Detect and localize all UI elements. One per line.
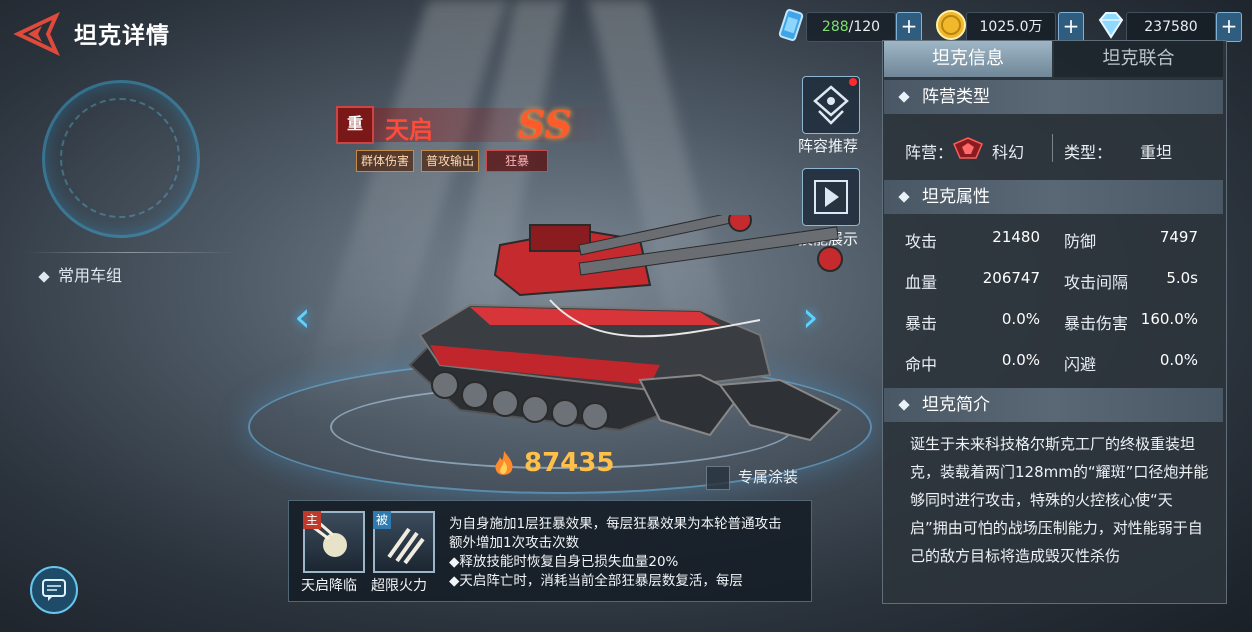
divider xyxy=(24,252,234,253)
back-icon[interactable] xyxy=(12,12,60,56)
passive-tag: 被 xyxy=(373,511,391,529)
skill-description: 为自身施加1层狂暴效果，每层狂暴效果为本轮普通攻击额外增加1次攻击次数 ◆释放技… xyxy=(449,516,782,589)
tab-tank-union[interactable]: 坦克联合 xyxy=(1054,41,1223,77)
energy-max: /120 xyxy=(848,19,881,35)
skill-panel: 主 被 天启降临 超限火力 为自身施加1层狂暴效果，每层狂暴效果为本轮普通攻击额… xyxy=(288,500,812,602)
section-attributes: 坦克属性 xyxy=(884,180,1223,214)
diamond-bullet-icon xyxy=(38,271,50,283)
faction-value: 科幻 xyxy=(992,143,1025,162)
lineup-recommend-label: 阵容推荐 xyxy=(798,137,859,155)
attr-label: 防御 xyxy=(1064,232,1097,251)
type-value: 重坦 xyxy=(1140,143,1173,162)
attr-label: 命中 xyxy=(905,355,938,374)
common-group-button[interactable]: 常用车组 xyxy=(38,262,123,286)
chat-button[interactable] xyxy=(30,566,78,614)
type-label: 类型： xyxy=(1064,143,1113,162)
tag-aoe: 群体伤害 xyxy=(356,150,415,172)
gold-coin-icon xyxy=(936,10,966,40)
crew-ring-inner xyxy=(60,98,180,218)
tag-normal-attack: 普攻输出 xyxy=(421,150,480,172)
attr-value: 160.0% xyxy=(1140,310,1198,328)
attr-value: 206747 xyxy=(982,269,1040,287)
attr-value: 21480 xyxy=(992,228,1040,246)
tank-name: 天启 xyxy=(385,116,433,144)
energy-icon xyxy=(778,8,804,42)
gold-counter: 1025.0万 xyxy=(966,12,1056,42)
prev-tank-arrow-icon[interactable]: ‹ xyxy=(294,292,311,341)
chat-icon xyxy=(42,579,66,601)
attr-label: 暴击 xyxy=(905,314,938,333)
scifi-faction-icon xyxy=(953,137,983,159)
energy-counter: 288/120 xyxy=(806,12,896,42)
attr-label: 闪避 xyxy=(1064,355,1097,374)
exclusive-skin-label[interactable]: 专属涂装 xyxy=(738,466,798,487)
attr-value: 5.0s xyxy=(1166,269,1198,287)
skin-checkbox[interactable] xyxy=(706,466,730,490)
attr-value: 0.0% xyxy=(1001,351,1040,369)
section-faction-title: 阵营类型 xyxy=(922,87,990,107)
tank-model-image xyxy=(408,215,843,442)
diamond-bullet-icon xyxy=(898,91,910,103)
energy-add-button[interactable]: + xyxy=(896,12,922,42)
section-attributes-title: 坦克属性 xyxy=(922,187,990,207)
common-group-label: 常用车组 xyxy=(58,266,123,285)
diamond-icon xyxy=(1098,12,1124,39)
section-intro: 坦克简介 xyxy=(884,388,1223,422)
notification-dot xyxy=(849,78,857,86)
heavy-class-badge: 重 xyxy=(336,106,374,144)
tab-tank-info[interactable]: 坦克信息 xyxy=(884,41,1052,77)
active-tag: 主 xyxy=(303,511,321,529)
divider xyxy=(1052,134,1053,162)
grade-badge: SS xyxy=(518,102,573,147)
attr-label: 攻击 xyxy=(905,232,938,251)
gold-add-button[interactable]: + xyxy=(1058,12,1084,42)
fire-icon xyxy=(495,451,513,475)
tag-berserk: 狂暴 xyxy=(486,150,548,172)
skill-passive-name: 超限火力 xyxy=(371,578,427,594)
page-title: 坦克详情 xyxy=(74,23,170,49)
diamond-counter: 237580 xyxy=(1126,12,1216,42)
faction-label: 阵营： xyxy=(905,143,954,162)
section-faction: 阵营类型 xyxy=(884,80,1223,114)
section-intro-title: 坦克简介 xyxy=(922,395,990,415)
diamond-add-button[interactable]: + xyxy=(1216,12,1242,42)
combat-power: 87435 xyxy=(524,448,615,478)
tank-intro-text: 诞生于未来科技格尔斯克工厂的终极重装坦克，装载着两门128mm的“耀斑”口径炮并… xyxy=(910,435,1209,565)
attr-label: 血量 xyxy=(905,273,938,292)
skill-active-name: 天启降临 xyxy=(301,578,357,594)
attr-value: 0.0% xyxy=(1001,310,1040,328)
diamond-bullet-icon xyxy=(898,191,910,203)
diamond-bullet-icon xyxy=(898,399,910,411)
attr-value: 0.0% xyxy=(1159,351,1198,369)
attr-value: 7497 xyxy=(1159,228,1198,246)
energy-current: 288 xyxy=(821,19,849,35)
